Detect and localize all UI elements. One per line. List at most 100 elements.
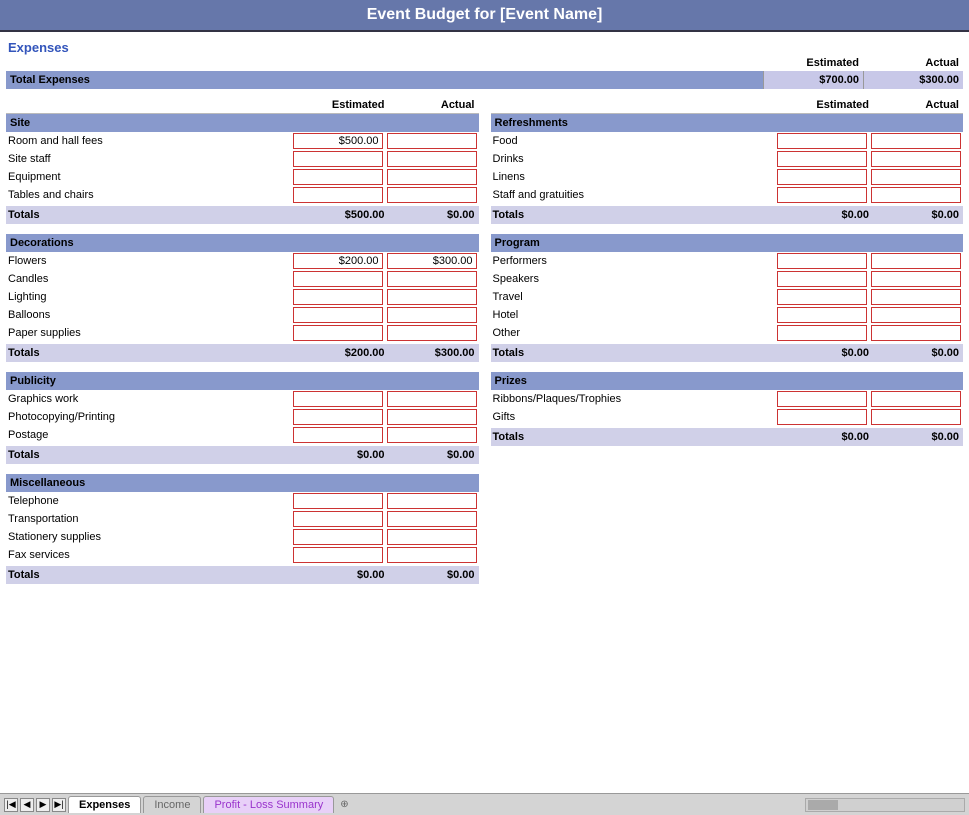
table-row: Stationery supplies: [6, 528, 479, 546]
misc-totals-row: Totals $0.00 $0.00: [6, 566, 479, 584]
pub-photo-estimated[interactable]: [293, 409, 383, 425]
page-title: Event Budget for [Event Name]: [0, 0, 969, 32]
prizes-gifts-estimated[interactable]: [777, 409, 867, 425]
tab-income[interactable]: Income: [143, 796, 201, 813]
table-row: Site staff: [6, 150, 479, 168]
ref-linens-actual[interactable]: [871, 169, 961, 185]
dec-paper-estimated[interactable]: [293, 325, 383, 341]
ref-drinks-actual[interactable]: [871, 151, 961, 167]
decorations-section: Decorations Flowers $200.00 $300.00 Cand…: [6, 234, 479, 362]
prog-totals-actual: $0.00: [873, 344, 963, 362]
prog-speakers-estimated[interactable]: [777, 271, 867, 287]
table-row: Candles: [6, 270, 479, 288]
misc-stationery-estimated[interactable]: [293, 529, 383, 545]
prog-hotel-actual[interactable]: [871, 307, 961, 323]
decorations-totals-row: Totals $200.00 $300.00: [6, 344, 479, 362]
site-tables-actual[interactable]: [387, 187, 477, 203]
program-section: Program Performers Speakers Travel: [491, 234, 964, 362]
misc-transport-estimated[interactable]: [293, 511, 383, 527]
misc-telephone-estimated[interactable]: [293, 493, 383, 509]
site-staff-actual[interactable]: [387, 151, 477, 167]
prog-travel-estimated[interactable]: [777, 289, 867, 305]
dec-balloons-actual[interactable]: [387, 307, 477, 323]
main-content: Expenses Estimated Actual Total Expenses…: [0, 32, 969, 598]
prog-performers-estimated[interactable]: [777, 253, 867, 269]
tab-profit-loss[interactable]: Profit - Loss Summary: [203, 796, 334, 813]
tab-nav-first[interactable]: |◀: [4, 798, 18, 812]
ref-food-estimated[interactable]: [777, 133, 867, 149]
site-room-estimated[interactable]: $500.00: [293, 133, 383, 149]
pub-totals-actual: $0.00: [389, 446, 479, 464]
table-row: Performers: [491, 252, 964, 270]
dec-balloons-estimated[interactable]: [293, 307, 383, 323]
pub-graphics-estimated[interactable]: [293, 391, 383, 407]
program-totals-row: Totals $0.00 $0.00: [491, 344, 964, 362]
site-equipment-actual[interactable]: [387, 169, 477, 185]
dec-candles-actual[interactable]: [387, 271, 477, 287]
misc-header: Miscellaneous: [6, 474, 479, 492]
table-row: Transportation: [6, 510, 479, 528]
publicity-section: Publicity Graphics work Photocopying/Pri…: [6, 372, 479, 464]
total-expenses-label: Total Expenses: [6, 71, 763, 89]
dec-candles-estimated[interactable]: [293, 271, 383, 287]
pub-graphics-actual[interactable]: [387, 391, 477, 407]
prizes-totals-row: Totals $0.00 $0.00: [491, 428, 964, 446]
ref-linens-estimated[interactable]: [777, 169, 867, 185]
tab-nav-next[interactable]: ▶: [36, 798, 50, 812]
total-expenses-header: Estimated Actual: [6, 57, 963, 69]
prog-speakers-actual[interactable]: [871, 271, 961, 287]
right-column: Estimated Actual Refreshments Food Drink…: [491, 97, 964, 594]
prizes-ribbons-actual[interactable]: [871, 391, 961, 407]
table-row: Ribbons/Plaques/Trophies: [491, 390, 964, 408]
prog-totals-estimated: $0.00: [783, 344, 873, 362]
miscellaneous-section: Miscellaneous Telephone Transportation S…: [6, 474, 479, 584]
publicity-totals-row: Totals $0.00 $0.00: [6, 446, 479, 464]
ref-drinks-estimated[interactable]: [777, 151, 867, 167]
misc-fax-actual[interactable]: [387, 547, 477, 563]
pub-photo-actual[interactable]: [387, 409, 477, 425]
table-row: Telephone: [6, 492, 479, 510]
tab-expenses[interactable]: Expenses: [68, 796, 141, 813]
table-row: Staff and gratuities: [491, 186, 964, 204]
prizes-totals-estimated: $0.00: [783, 428, 873, 446]
misc-fax-estimated[interactable]: [293, 547, 383, 563]
dec-flowers-estimated[interactable]: $200.00: [293, 253, 383, 269]
prizes-ribbons-estimated[interactable]: [777, 391, 867, 407]
misc-telephone-actual[interactable]: [387, 493, 477, 509]
dec-flowers-actual[interactable]: $300.00: [387, 253, 477, 269]
tab-scroll-icon[interactable]: ⊕: [340, 799, 348, 810]
program-header: Program: [491, 234, 964, 252]
publicity-header: Publicity: [6, 372, 479, 390]
prog-performers-actual[interactable]: [871, 253, 961, 269]
horizontal-scrollbar[interactable]: [805, 798, 965, 812]
pub-postage-actual[interactable]: [387, 427, 477, 443]
prog-travel-actual[interactable]: [871, 289, 961, 305]
site-equipment-estimated[interactable]: [293, 169, 383, 185]
refreshments-section: Estimated Actual Refreshments Food Drink…: [491, 97, 964, 224]
refreshments-col-headers: Estimated Actual: [491, 97, 964, 114]
tab-nav-last[interactable]: ▶|: [52, 798, 66, 812]
misc-transport-actual[interactable]: [387, 511, 477, 527]
prog-other-actual[interactable]: [871, 325, 961, 341]
site-actual-header: Actual: [389, 97, 479, 113]
pub-postage-estimated[interactable]: [293, 427, 383, 443]
prizes-totals-actual: $0.00: [873, 428, 963, 446]
prog-other-estimated[interactable]: [777, 325, 867, 341]
misc-stationery-actual[interactable]: [387, 529, 477, 545]
dec-lighting-estimated[interactable]: [293, 289, 383, 305]
estimated-col-header: Estimated: [763, 57, 863, 69]
dec-lighting-actual[interactable]: [387, 289, 477, 305]
ref-staff-actual[interactable]: [871, 187, 961, 203]
ref-food-actual[interactable]: [871, 133, 961, 149]
total-expenses-estimated: $700.00: [763, 71, 863, 89]
tab-nav-prev[interactable]: ◀: [20, 798, 34, 812]
site-room-actual[interactable]: [387, 133, 477, 149]
ref-staff-estimated[interactable]: [777, 187, 867, 203]
table-row: Linens: [491, 168, 964, 186]
site-tables-estimated[interactable]: [293, 187, 383, 203]
dec-paper-actual[interactable]: [387, 325, 477, 341]
prizes-gifts-actual[interactable]: [871, 409, 961, 425]
site-staff-estimated[interactable]: [293, 151, 383, 167]
expenses-heading: Expenses: [6, 36, 963, 57]
prog-hotel-estimated[interactable]: [777, 307, 867, 323]
